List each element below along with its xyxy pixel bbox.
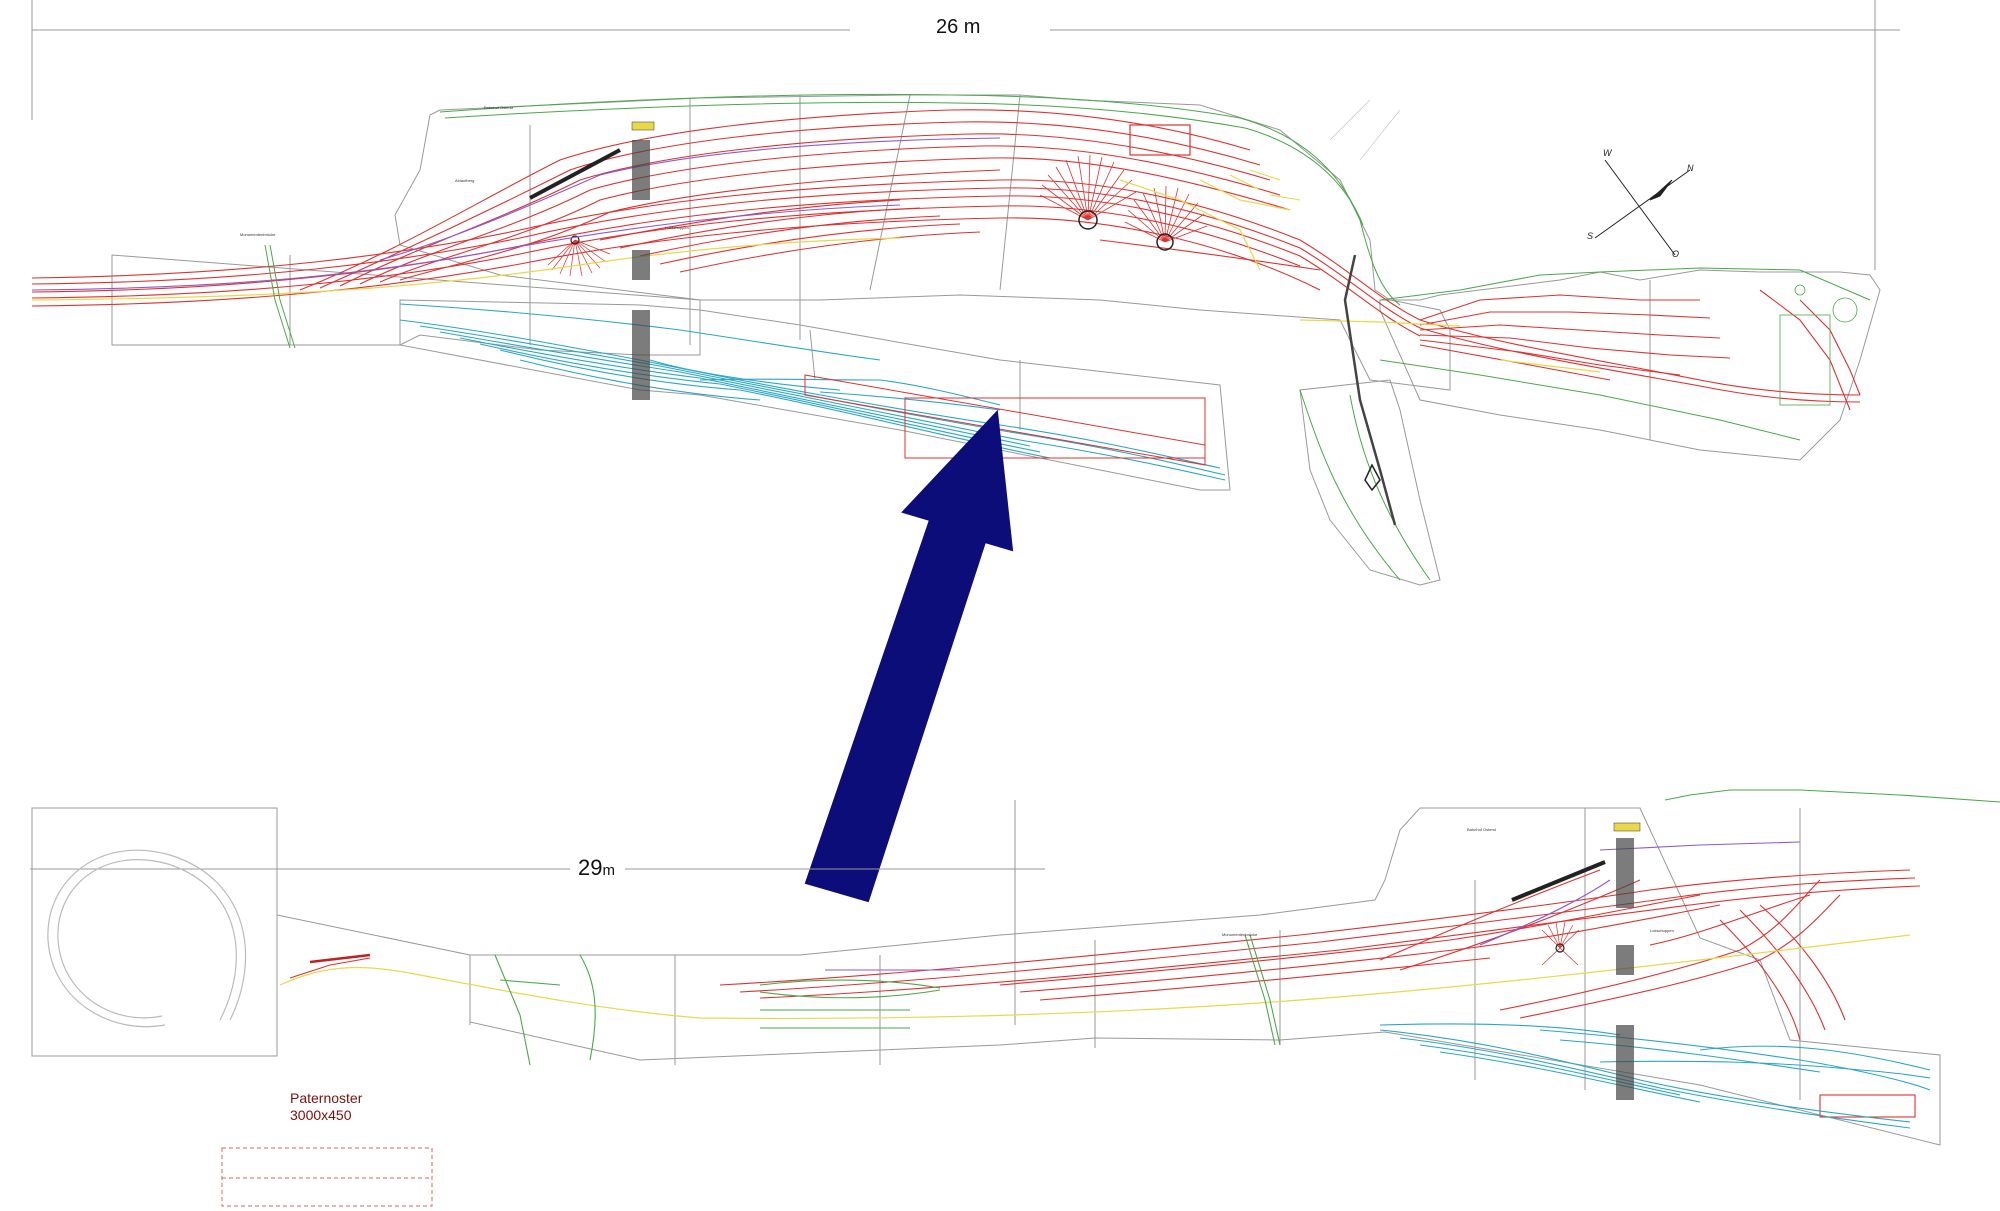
- top-dimension-line: [31, 0, 1900, 270]
- bottom-roundhouse: [1541, 921, 1580, 966]
- top-yard-label: Ablaufberg: [455, 178, 475, 183]
- bottom-dimension-line: [30, 800, 1045, 1025]
- bottom-main-tracks: [289, 869, 1921, 1118]
- compass-rose: [1594, 159, 1691, 256]
- paternoster-title: Paternoster: [290, 1090, 363, 1106]
- compass-south: S: [1587, 231, 1594, 241]
- top-station-label: Bahnhof Ostend: [484, 105, 513, 110]
- paternoster-outline: [221, 1147, 433, 1207]
- bottom-yard-tracks: [1379, 1023, 1931, 1129]
- top-bridge-label: Monumentenbrücke: [240, 232, 276, 237]
- top-length-label: 26 m: [936, 16, 981, 38]
- bottom-bridge-label: Monumentenbrücke: [1222, 932, 1258, 937]
- track-plan-drawing: [30, 0, 2000, 1207]
- paternoster-size: 3000x450: [290, 1107, 352, 1123]
- top-main-tracks: [31, 109, 1861, 411]
- top-green-tracks: [264, 93, 1871, 581]
- bottom-purple-tracks: [825, 841, 1801, 971]
- compass-west: W: [1603, 148, 1612, 158]
- compass-north: N: [1687, 163, 1694, 173]
- top-purple-tracks: [31, 137, 1001, 291]
- bottom-length-label: 29m: [578, 855, 615, 880]
- paternoster-label: Paternoster 3000x450: [290, 1090, 362, 1124]
- direction-arrow: [804, 409, 1014, 903]
- top-roundhouse-3: [547, 235, 611, 277]
- bottom-depot-label: Lokschuppen: [1650, 928, 1674, 933]
- bottom-station-label: Bahnhof Ostend: [1467, 827, 1496, 832]
- compass-east: O: [1672, 249, 1680, 259]
- helix-loop: [47, 849, 247, 1028]
- bottom-details: [309, 822, 1641, 1100]
- track-plan-canvas: 26 m 29m W N S O Monumentenbrücke Bahnho…: [0, 0, 2000, 1211]
- top-depot-label: Lokschuppen: [665, 225, 689, 230]
- top-yard-tracks: [399, 303, 1226, 481]
- top-yellow-tracks: [31, 179, 1601, 373]
